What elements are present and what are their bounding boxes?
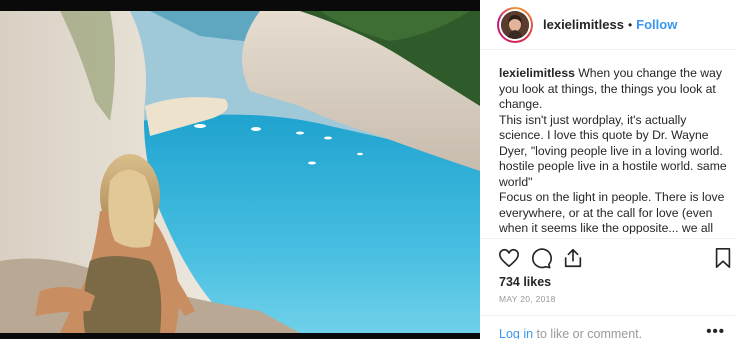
caption-username[interactable]: lexielimitless (499, 66, 575, 80)
more-options-icon[interactable]: ••• (706, 323, 725, 339)
avatar[interactable] (497, 6, 533, 43)
share-icon[interactable] (562, 247, 584, 269)
likes-count[interactable]: 734 likes (499, 275, 551, 289)
post-photo[interactable] (0, 0, 480, 339)
heart-icon[interactable] (498, 247, 520, 269)
action-bar (480, 238, 735, 276)
post-sidebar: lexielimitless • Follow lexielimitless W… (480, 0, 735, 339)
login-prompt: Log in to like or comment. (499, 327, 642, 339)
login-prompt-text: to like or comment. (533, 327, 643, 339)
photo-scene (0, 11, 480, 333)
separator-dot: • (627, 17, 633, 32)
post-header: lexielimitless • Follow (480, 0, 735, 50)
caption: lexielimitless When you change the way y… (499, 66, 729, 234)
bookmark-icon[interactable] (712, 247, 734, 269)
caption-line-1: lexielimitless When you change the way y… (499, 66, 729, 113)
follow-button[interactable]: Follow (636, 17, 677, 32)
login-link[interactable]: Log in (499, 327, 533, 339)
caption-text-3: Focus on the light in people. There is l… (499, 190, 725, 234)
post-date: MAY 20, 2018 (499, 294, 556, 304)
instagram-post: lexielimitless • Follow lexielimitless W… (0, 0, 735, 339)
caption-text-2: This isn't just wordplay, it's actually … (499, 112, 727, 189)
profile-photo (501, 10, 529, 39)
username-link[interactable]: lexielimitless (543, 17, 624, 32)
comment-icon[interactable] (530, 247, 552, 269)
comment-bar: Log in to like or comment. ••• (480, 315, 735, 339)
